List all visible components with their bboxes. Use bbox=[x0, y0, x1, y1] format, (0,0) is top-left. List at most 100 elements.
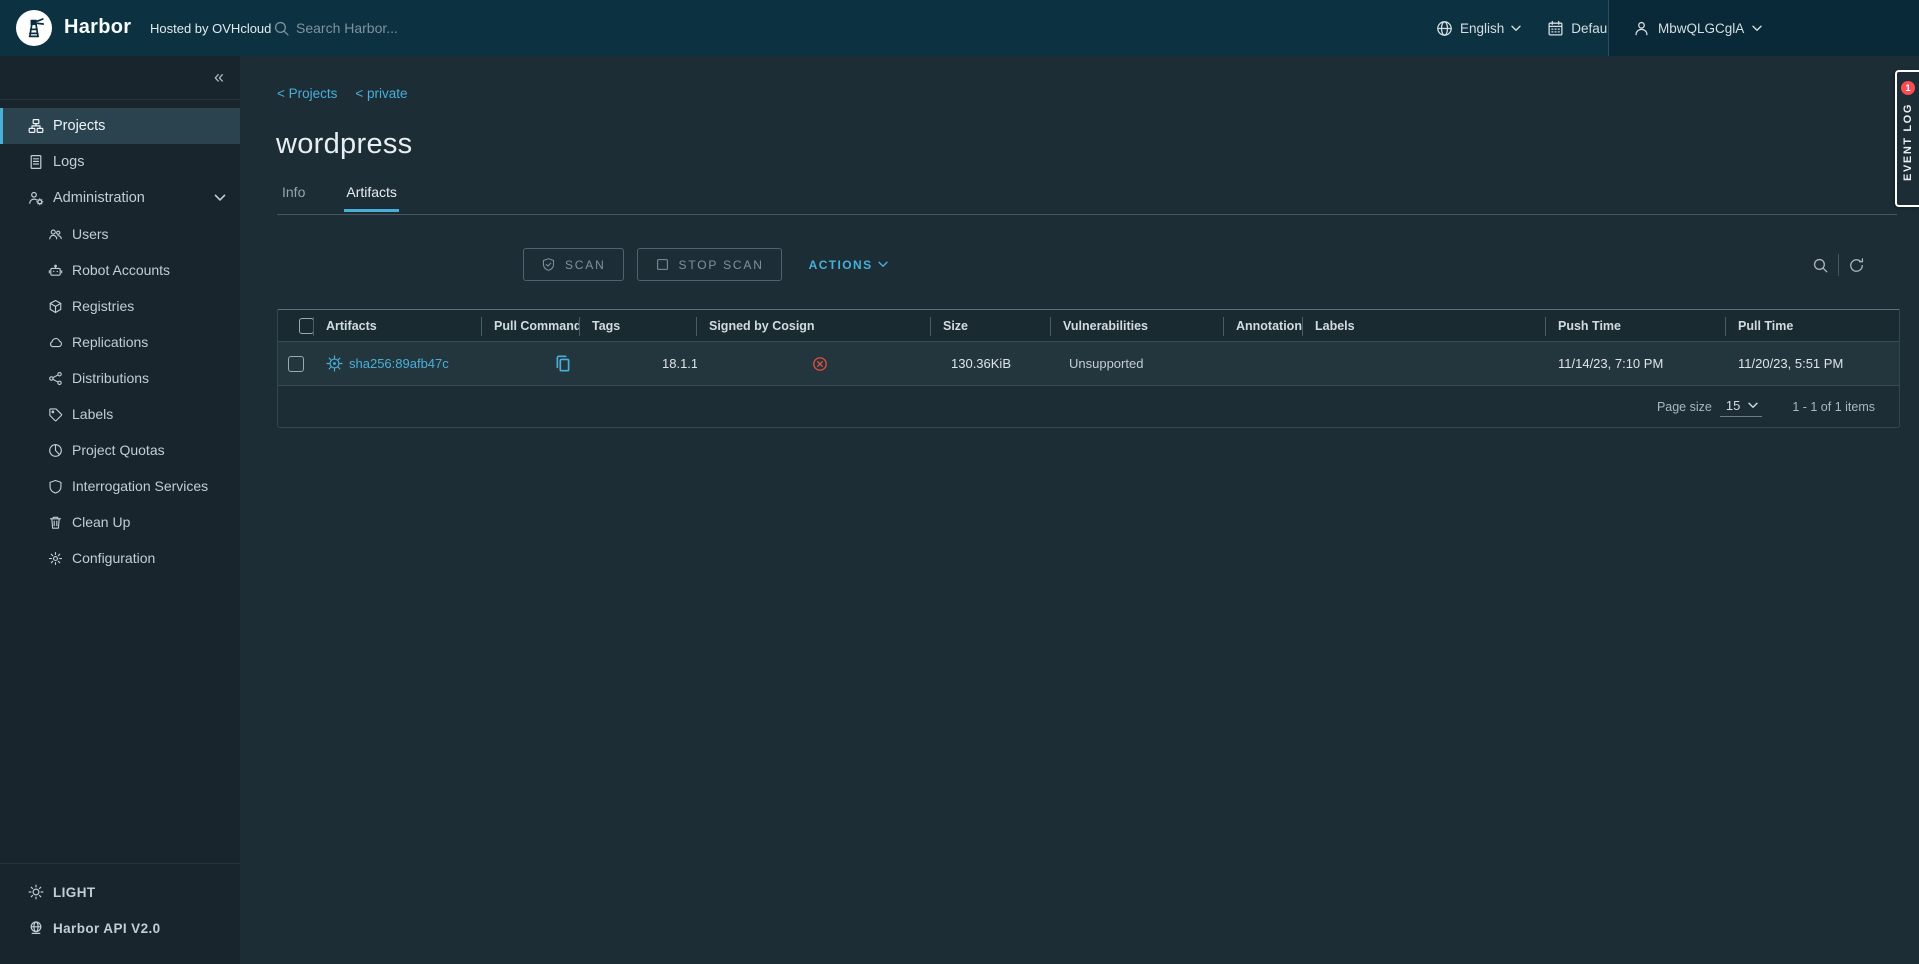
harbor-logo[interactable] bbox=[16, 10, 52, 46]
sidebar-item-robot-accounts[interactable]: Robot Accounts bbox=[0, 252, 240, 288]
sidebar-item-clean-up[interactable]: Clean Up bbox=[0, 504, 240, 540]
pagination-range: 1 - 1 of 1 items bbox=[1792, 400, 1875, 414]
column-header-tags[interactable]: Tags bbox=[580, 310, 697, 341]
push-time-cell: 11/14/23, 7:10 PM bbox=[1546, 356, 1726, 371]
sidebar-item-registries[interactable]: Registries bbox=[0, 288, 240, 324]
shield-icon bbox=[48, 479, 63, 494]
page-size-select[interactable]: 15 bbox=[1720, 396, 1762, 417]
user-icon bbox=[1633, 20, 1650, 37]
pull-time-cell: 11/20/23, 5:51 PM bbox=[1726, 356, 1901, 371]
column-header-vulnerabilities[interactable]: Vulnerabilities bbox=[1051, 310, 1224, 341]
global-search bbox=[273, 0, 716, 56]
collapse-sidebar-icon[interactable]: « bbox=[214, 67, 224, 88]
column-header-size[interactable]: Size bbox=[931, 310, 1051, 341]
page-size-control: Page size 15 bbox=[1657, 396, 1762, 417]
sidebar-item-label: Logs bbox=[53, 154, 84, 170]
users-icon bbox=[48, 227, 63, 242]
cube-icon bbox=[48, 299, 63, 314]
artifact-digest-link[interactable]: sha256:89afb47c bbox=[349, 356, 449, 371]
sidebar-item-label: Replications bbox=[72, 334, 148, 350]
scan-button[interactable]: SCAN bbox=[523, 248, 624, 281]
column-header-signed-by-cosign[interactable]: Signed by Cosign bbox=[697, 310, 931, 341]
share-icon bbox=[48, 371, 63, 386]
sidebar-item-interrogation-services[interactable]: Interrogation Services bbox=[0, 468, 240, 504]
row-checkbox[interactable] bbox=[288, 356, 304, 372]
breadcrumb-projects-link[interactable]: < Projects bbox=[277, 86, 337, 101]
sun-icon bbox=[28, 884, 44, 900]
sidebar-item-replications[interactable]: Replications bbox=[0, 324, 240, 360]
main-content: < Projects < private wordpress Info Arti… bbox=[240, 56, 1919, 964]
brand-title[interactable]: Harbor bbox=[64, 16, 131, 39]
sidebar-item-label: Project Quotas bbox=[72, 442, 165, 458]
gear-icon bbox=[48, 551, 63, 566]
column-header-push-time[interactable]: Push Time bbox=[1546, 310, 1726, 341]
actions-button-label: ACTIONS bbox=[809, 258, 873, 272]
sidebar-item-label: Administration bbox=[53, 190, 145, 206]
sidebar-item-configuration[interactable]: Configuration bbox=[0, 540, 240, 576]
chevron-down-icon bbox=[878, 261, 888, 268]
tab-info[interactable]: Info bbox=[280, 184, 307, 212]
sidebar-item-label: Robot Accounts bbox=[72, 262, 170, 278]
sidebar-item-users[interactable]: Users bbox=[0, 216, 240, 252]
calendar-icon bbox=[1547, 20, 1564, 37]
table-row[interactable]: sha256:89afb47c 18.1.14 130.36KiB Unsupp… bbox=[278, 342, 1899, 386]
globe-icon bbox=[1436, 20, 1453, 37]
copy-icon[interactable] bbox=[554, 353, 572, 374]
sidebar-item-label: Projects bbox=[53, 118, 105, 134]
breadcrumb-private-link[interactable]: < private bbox=[355, 86, 407, 101]
chevron-down-icon bbox=[214, 194, 226, 202]
column-header-annotations[interactable]: Annotations bbox=[1224, 310, 1303, 341]
refresh-icon[interactable] bbox=[1848, 257, 1865, 274]
language-dropdown[interactable]: English bbox=[1436, 20, 1521, 37]
search-input[interactable] bbox=[296, 20, 716, 36]
stop-scan-button[interactable]: STOP SCAN bbox=[637, 248, 782, 281]
sidebar-item-distributions[interactable]: Distributions bbox=[0, 360, 240, 396]
row-select-cell bbox=[278, 356, 314, 372]
pull-command-cell bbox=[482, 353, 580, 374]
tab-divider bbox=[277, 214, 1897, 215]
not-signed-icon bbox=[812, 356, 828, 372]
page-size-value: 15 bbox=[1726, 398, 1740, 413]
search-icon[interactable] bbox=[1812, 257, 1829, 274]
tag-value: 18.1.14 bbox=[662, 356, 697, 371]
tags-cell: 18.1.14 bbox=[580, 356, 697, 371]
size-cell: 130.36KiB bbox=[931, 356, 1051, 371]
helm-chart-icon bbox=[326, 355, 343, 372]
grid-tools bbox=[1812, 254, 1865, 276]
stop-scan-button-label: STOP SCAN bbox=[679, 258, 764, 272]
sidebar-item-label: Distributions bbox=[72, 370, 149, 386]
username-label: MbwQLGCglA bbox=[1658, 21, 1744, 36]
sidebar-item-administration[interactable]: Administration bbox=[0, 180, 240, 216]
select-all-checkbox[interactable] bbox=[299, 318, 314, 334]
chevron-down-icon bbox=[1511, 25, 1521, 32]
tag-icon bbox=[48, 407, 63, 422]
artifact-cell: sha256:89afb47c bbox=[314, 355, 482, 372]
sidebar-item-projects[interactable]: Projects bbox=[0, 108, 240, 144]
sidebar-item-labels[interactable]: Labels bbox=[0, 396, 240, 432]
page-title: wordpress bbox=[276, 128, 412, 161]
stop-square-icon bbox=[655, 257, 670, 272]
user-menu[interactable]: MbwQLGCglA bbox=[1608, 0, 1919, 56]
vulnerabilities-cell: Unsupported bbox=[1051, 356, 1224, 371]
robot-icon bbox=[48, 263, 63, 278]
sidebar-item-label: Users bbox=[72, 226, 109, 242]
sidebar-item-logs[interactable]: Logs bbox=[0, 144, 240, 180]
breadcrumb: < Projects < private bbox=[277, 86, 408, 101]
column-header-artifacts[interactable]: Artifacts bbox=[314, 310, 482, 341]
sidebar-item-label: Harbor API V2.0 bbox=[53, 921, 161, 936]
sidebar-item-harbor-api[interactable]: Harbor API V2.0 bbox=[0, 910, 240, 946]
projects-icon bbox=[28, 118, 44, 134]
shield-check-icon bbox=[541, 257, 556, 272]
theme-toggle-light[interactable]: LIGHT bbox=[0, 874, 240, 910]
column-header-labels[interactable]: Labels bbox=[1303, 310, 1546, 341]
sidebar-collapse-row: « bbox=[0, 56, 240, 100]
sidebar-item-project-quotas[interactable]: Project Quotas bbox=[0, 432, 240, 468]
column-header-pull-command[interactable]: Pull Command bbox=[482, 310, 580, 341]
actions-dropdown-button[interactable]: ACTIONS bbox=[809, 258, 889, 272]
table-footer: Page size 15 1 - 1 of 1 items bbox=[278, 386, 1899, 427]
scan-button-label: SCAN bbox=[565, 258, 606, 272]
event-log-badge: 1 bbox=[1901, 81, 1915, 95]
column-header-pull-time[interactable]: Pull Time bbox=[1726, 310, 1901, 341]
event-log-tab[interactable]: 1 EVENT LOG bbox=[1895, 70, 1919, 207]
tab-artifacts[interactable]: Artifacts bbox=[344, 184, 399, 212]
